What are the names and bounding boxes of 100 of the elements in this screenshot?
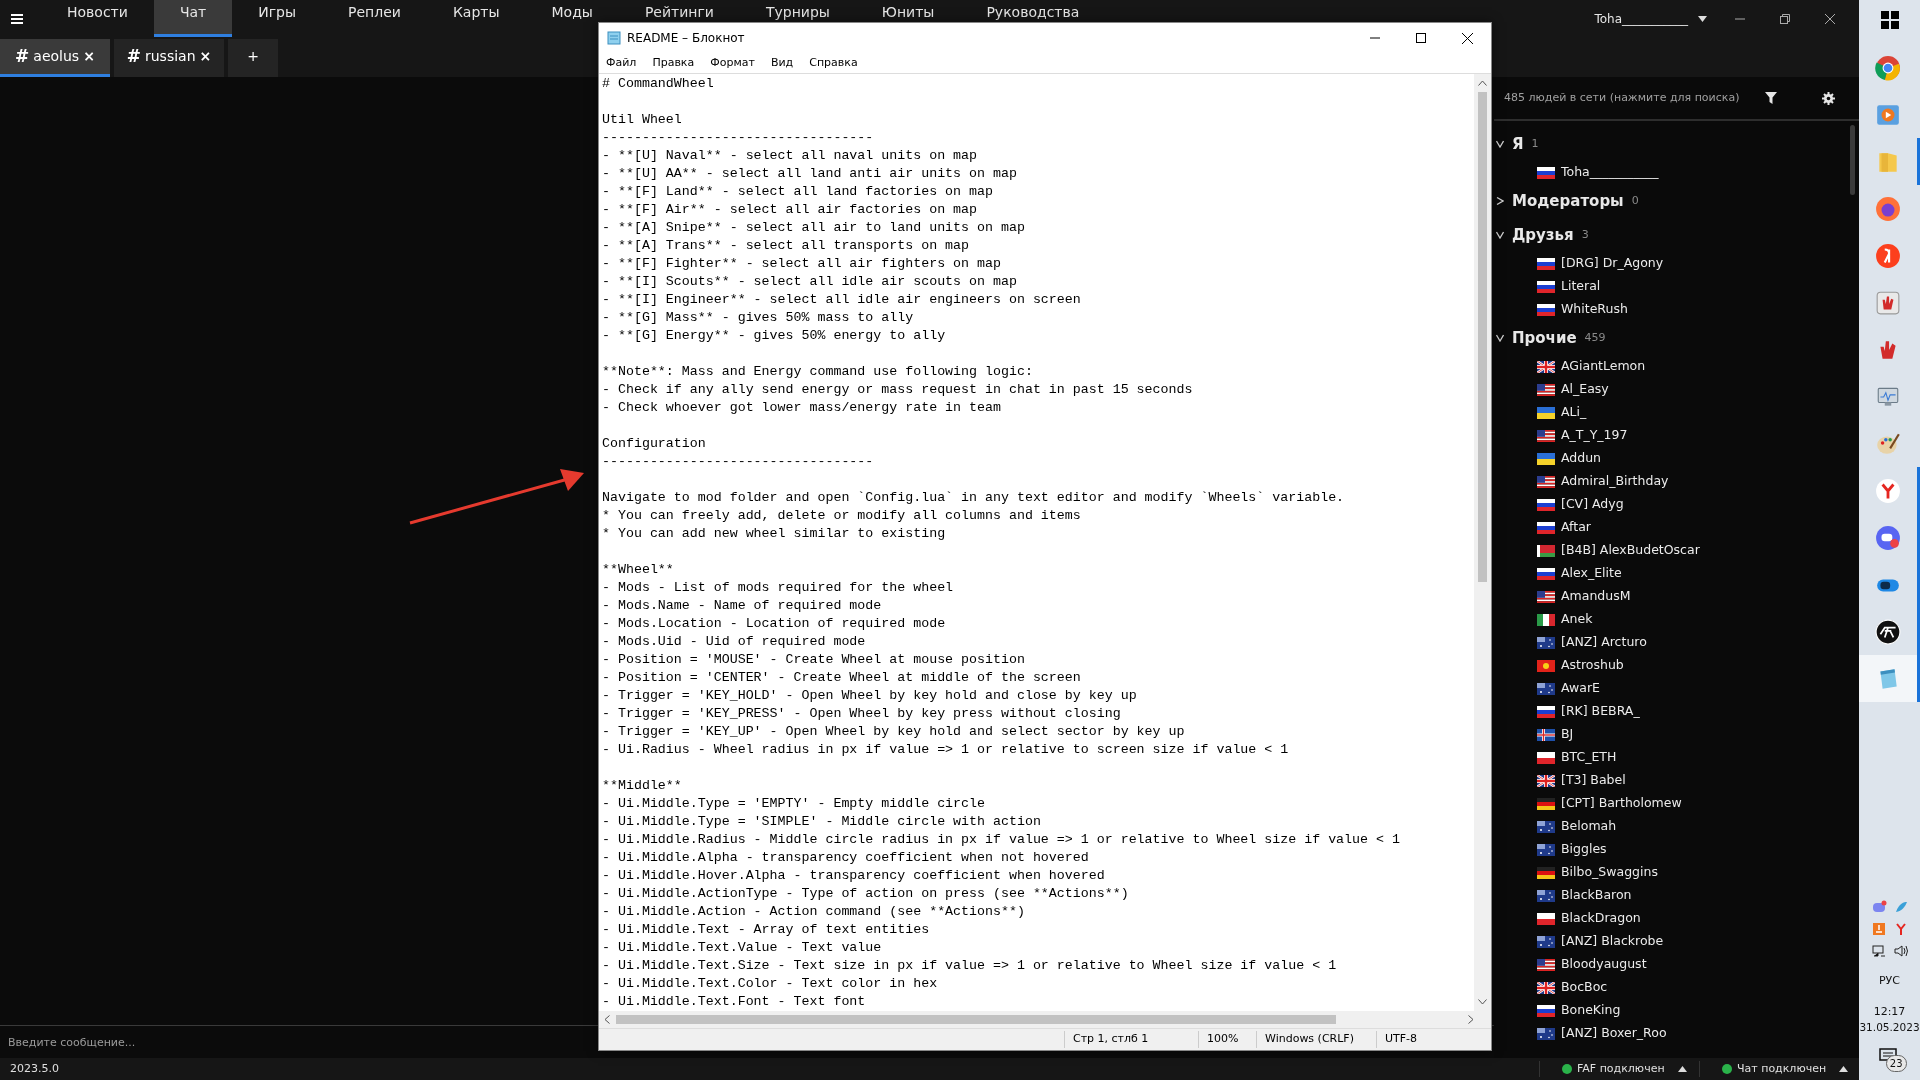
user-name[interactable]: Astroshub xyxy=(1561,656,1624,675)
nav-tab[interactable]: Руководства xyxy=(960,0,1106,37)
line-endings: Windows (CRLF) xyxy=(1256,1031,1376,1048)
chevron-icon[interactable] xyxy=(1496,140,1504,148)
user-name[interactable]: [ANZ] Boxer_Roo xyxy=(1561,1024,1667,1043)
flag-icon xyxy=(1537,429,1555,442)
text-line: **Note**: Mass and Energy command use following logic: xyxy=(602,363,1033,381)
user-name[interactable]: Bloodyaugust xyxy=(1561,955,1647,974)
user-name[interactable]: BJ xyxy=(1561,725,1574,744)
user-name[interactable]: AGiantLemon xyxy=(1561,357,1646,376)
chevron-icon[interactable] xyxy=(1496,334,1504,342)
user-name[interactable]: Biggles xyxy=(1561,840,1607,859)
group-name[interactable]: Друзья xyxy=(1512,223,1574,247)
user-name[interactable]: [CV] Adyg xyxy=(1561,495,1624,514)
user-name[interactable]: BlackBaron xyxy=(1561,886,1632,905)
text-line: - Mods - List of mods required for the wheel xyxy=(602,579,954,597)
flag-icon xyxy=(1537,636,1555,649)
close-icon[interactable] xyxy=(1825,13,1835,24)
scrollbar-thumb[interactable] xyxy=(1478,92,1487,582)
menu-item[interactable]: Справка xyxy=(809,54,858,72)
flag-icon xyxy=(1537,406,1555,419)
user-name[interactable]: Alex_Elite xyxy=(1561,564,1622,583)
scroll-down-icon[interactable] xyxy=(1478,999,1487,1005)
user-name[interactable]: BocBoc xyxy=(1561,978,1608,997)
user-name[interactable]: Toha___________ xyxy=(1561,163,1659,182)
menu-item[interactable]: Формат xyxy=(710,54,755,72)
maximize-icon[interactable] xyxy=(1416,33,1426,43)
scrollbar-thumb[interactable] xyxy=(1850,125,1855,195)
text-line: - **[A] Snipe** - select all air to land units on map xyxy=(602,219,1025,237)
user-name[interactable]: Al_Easy xyxy=(1561,380,1609,399)
nav-tab[interactable]: Реплеи xyxy=(322,0,427,37)
speaker-icon[interactable] xyxy=(1892,943,1909,960)
user-name[interactable]: BoneKing xyxy=(1561,1001,1621,1020)
filter-icon[interactable] xyxy=(1765,92,1777,104)
user-name[interactable]: [ANZ] Arcturo xyxy=(1561,633,1647,652)
user-name[interactable]: [DRG] Dr_Agony xyxy=(1561,254,1664,273)
user-name[interactable]: [T3] Babel xyxy=(1561,771,1626,790)
connection-status[interactable]: FAF подключен xyxy=(1577,1060,1665,1078)
dropdown-caret-icon[interactable] xyxy=(1698,15,1707,22)
user-search-field[interactable]: 485 людей в сети (нажмите для поиска) xyxy=(1504,89,1764,107)
user-name[interactable]: ALi_ xyxy=(1561,403,1587,422)
connection-status[interactable]: Чат подключен xyxy=(1737,1060,1827,1078)
menu-item[interactable]: Правка xyxy=(652,54,695,72)
user-name[interactable]: Bilbo_Swaggins xyxy=(1561,863,1658,882)
user-name[interactable]: Addun xyxy=(1561,449,1602,468)
username[interactable]: Toha___________ xyxy=(1594,9,1688,28)
text-line: - **[I] Scouts** - select all idle air scouts on map xyxy=(602,273,1017,291)
flag-icon xyxy=(1537,166,1555,179)
menu-item[interactable]: Вид xyxy=(770,54,794,72)
chat-tab[interactable]: # aeolus × xyxy=(0,39,110,77)
menu-item[interactable]: Файл xyxy=(606,54,637,72)
scroll-up-icon[interactable] xyxy=(1478,80,1487,86)
add-tab-button[interactable]: + xyxy=(228,39,278,77)
group-name[interactable]: Прочие xyxy=(1512,326,1577,350)
clock-time[interactable]: 12:17 xyxy=(1873,1003,1906,1021)
language-indicator[interactable]: РУС xyxy=(1879,973,1900,990)
message-input[interactable]: Введите сообщение... xyxy=(0,1026,598,1058)
scroll-right-icon[interactable] xyxy=(1468,1015,1474,1024)
user-name[interactable]: Belomah xyxy=(1561,817,1617,836)
user-name[interactable]: Literal xyxy=(1561,277,1601,296)
caret-up-icon[interactable] xyxy=(1677,1066,1687,1072)
hand-print-icon xyxy=(1875,289,1901,316)
nav-tab[interactable]: Чат xyxy=(153,0,233,37)
restore-icon[interactable] xyxy=(1780,13,1790,24)
user-name[interactable]: [RK] BEBRA_ xyxy=(1561,702,1640,721)
user-name[interactable]: [B4B] AlexBudetOscar xyxy=(1561,541,1700,560)
user-name[interactable]: Anek xyxy=(1561,610,1593,629)
network-icon[interactable] xyxy=(1870,943,1887,960)
nav-tab[interactable]: Игры xyxy=(232,0,322,37)
chat-tab[interactable]: # russian × xyxy=(114,39,224,77)
flag-icon xyxy=(1537,567,1555,580)
nav-tab[interactable]: Юниты xyxy=(855,0,961,37)
text-line: - Ui.Middle.Alpha - transparency coefficient when not hovered xyxy=(602,849,1089,867)
user-name[interactable]: AmandusM xyxy=(1561,587,1631,606)
nav-tab[interactable]: Карты xyxy=(426,0,526,37)
user-name[interactable]: BlackDragon xyxy=(1561,909,1641,928)
start-icon[interactable] xyxy=(1880,11,1899,29)
close-icon[interactable] xyxy=(1462,32,1473,44)
user-name[interactable]: Aftar xyxy=(1561,518,1591,537)
settings-icon[interactable] xyxy=(1822,91,1835,105)
chevron-icon[interactable] xyxy=(1496,231,1504,239)
user-name[interactable]: AwarE xyxy=(1561,679,1600,698)
user-name[interactable]: BTC_ETH xyxy=(1561,748,1617,767)
text-line: - **[F] Air** - select all air factories on map xyxy=(602,201,978,219)
user-name[interactable]: [ANZ] Blackrobe xyxy=(1561,932,1664,951)
encoding: UTF-8 xyxy=(1376,1031,1491,1048)
chevron-icon[interactable] xyxy=(1496,197,1504,205)
scrollbar-thumb[interactable] xyxy=(616,1015,1336,1024)
caret-up-icon[interactable] xyxy=(1839,1066,1849,1072)
group-name[interactable]: Я xyxy=(1512,132,1524,156)
user-name[interactable]: WhiteRush xyxy=(1561,300,1628,319)
menu-icon[interactable] xyxy=(11,13,23,24)
nav-tab[interactable]: Новости xyxy=(41,0,154,37)
user-name[interactable]: Admiral_Birthday xyxy=(1561,472,1669,491)
group-name[interactable]: Модераторы xyxy=(1512,189,1624,213)
nav-tab[interactable]: Моды xyxy=(525,0,619,37)
user-name[interactable]: [CPT] Bartholomew xyxy=(1561,794,1682,813)
clock-date[interactable]: 31.05.2023 xyxy=(1859,1020,1920,1036)
user-name[interactable]: A_T_Y_197 xyxy=(1561,426,1628,445)
scroll-left-icon[interactable] xyxy=(604,1015,610,1024)
